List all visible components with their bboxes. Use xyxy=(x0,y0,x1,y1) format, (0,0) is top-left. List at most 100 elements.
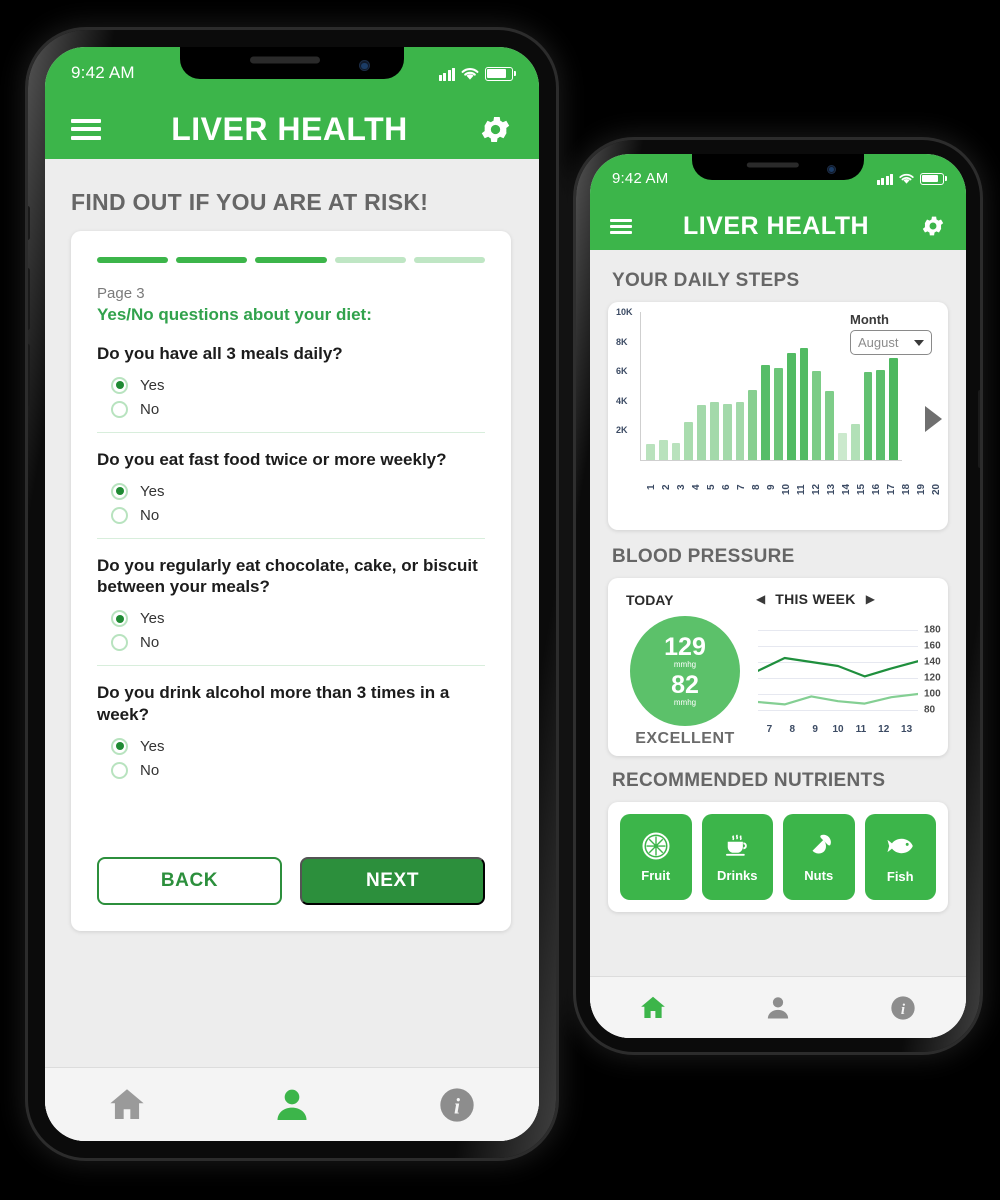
bar xyxy=(735,401,745,460)
bar xyxy=(825,391,834,460)
back-button[interactable]: BACK xyxy=(97,857,282,905)
nutrient-tile[interactable]: Nuts xyxy=(783,814,855,900)
nav-info-front[interactable]: i xyxy=(374,1085,539,1125)
radio-button[interactable] xyxy=(111,737,128,755)
nutrients-card: Fruit Drinks Nuts Fish xyxy=(608,802,948,912)
mute-switch-front[interactable] xyxy=(28,206,30,240)
chevron-down-icon xyxy=(914,339,924,346)
gear-icon-front[interactable] xyxy=(478,112,513,147)
nutrient-tile[interactable]: Fruit xyxy=(620,814,692,900)
steps-y-axis-line xyxy=(640,312,641,460)
nutrient-tile[interactable]: Fish xyxy=(864,814,936,900)
x-tick-label: 14 xyxy=(841,484,852,496)
radio-button[interactable] xyxy=(111,400,128,418)
radio-button[interactable] xyxy=(111,506,128,524)
bar xyxy=(863,371,873,460)
gear-icon-back[interactable] xyxy=(920,213,946,239)
radio-option[interactable]: No xyxy=(111,634,485,651)
nav-home-back[interactable] xyxy=(590,993,715,1023)
steps-card: Month August 2K 4K 6K 8K 10K 1 2 3 4 5 6 7 8 9 10 11 12… xyxy=(608,302,948,530)
chevron-right-icon[interactable]: ▶ xyxy=(866,592,875,606)
radio-button[interactable] xyxy=(111,610,128,627)
bar xyxy=(671,442,681,460)
form-actions: BACK NEXT xyxy=(97,857,485,905)
bar xyxy=(748,390,758,460)
x-tick-label: 9 xyxy=(812,724,818,735)
hamburger-icon-back[interactable] xyxy=(610,218,632,234)
progress-segment xyxy=(334,257,406,263)
radio-button[interactable] xyxy=(111,634,128,651)
radio-option[interactable]: No xyxy=(111,761,485,779)
battery-icon-front xyxy=(485,66,516,81)
radio-option[interactable]: Yes xyxy=(111,376,485,394)
bp-line-chart xyxy=(758,622,918,718)
signal-icon-back xyxy=(876,173,893,185)
x-tick-label: 19 xyxy=(916,484,927,496)
x-tick-label: 12 xyxy=(878,724,890,735)
app-bar-front: LIVER HEALTH xyxy=(45,99,539,159)
power-button-back[interactable] xyxy=(978,390,980,468)
radio-option[interactable]: Yes xyxy=(111,737,485,755)
bar xyxy=(850,423,860,460)
content-front: FIND OUT IF YOU ARE AT RISK! Page 3 Yes/… xyxy=(45,159,539,1141)
info-icon: i xyxy=(891,995,915,1020)
volume-up-front[interactable] xyxy=(28,268,30,330)
bp-series-systolic xyxy=(758,658,918,676)
x-tick-label: 4 xyxy=(691,484,702,490)
question-block: Do you regularly eat chocolate, cake, or… xyxy=(97,537,485,666)
nutrient-label: Nuts xyxy=(804,868,834,883)
radio-label: No xyxy=(140,761,160,779)
phone-back-screen: 9:42 AM LIVER HEALTH YOUR DAILY STEPS Mo… xyxy=(590,154,966,1038)
bar xyxy=(773,367,783,460)
earpiece-speaker-back xyxy=(746,162,799,168)
radio-option[interactable]: No xyxy=(111,506,485,524)
question-text: Do you drink alcohol more than 3 times i… xyxy=(97,683,450,724)
bp-series-svg xyxy=(758,622,918,718)
radio-label: Yes xyxy=(140,610,165,627)
bar xyxy=(837,433,847,460)
nav-info-back[interactable]: i xyxy=(841,994,966,1022)
bp-series-diastolic xyxy=(758,694,918,704)
home-icon xyxy=(110,1088,144,1119)
front-camera-front xyxy=(359,60,370,72)
hamburger-icon-front[interactable] xyxy=(71,118,101,140)
bp-section-title: BLOOD PRESSURE xyxy=(612,546,795,567)
radio-button[interactable] xyxy=(111,761,128,779)
radio-label: No xyxy=(140,506,160,524)
progress-bar xyxy=(97,257,486,263)
nav-profile-front[interactable] xyxy=(210,1085,375,1125)
y-tick-label: 180 xyxy=(924,624,941,636)
radio-button[interactable] xyxy=(111,376,128,394)
nav-home-front[interactable] xyxy=(45,1084,210,1126)
radio-option[interactable]: Yes xyxy=(111,482,485,500)
y-tick-label: 4K xyxy=(616,395,628,406)
x-tick-label: 12 xyxy=(811,484,822,496)
app-title-back: LIVER HEALTH xyxy=(682,211,870,240)
volume-down-front[interactable] xyxy=(28,344,30,406)
radio-option[interactable]: No xyxy=(111,400,485,418)
question-text: Do you have all 3 meals daily? xyxy=(97,344,343,363)
radio-button[interactable] xyxy=(111,482,128,500)
radio-dot xyxy=(115,614,124,623)
radio-option[interactable]: Yes xyxy=(111,610,485,627)
x-tick-label: 11 xyxy=(855,724,867,735)
next-arrow-icon[interactable] xyxy=(925,406,942,432)
x-tick-label: 8 xyxy=(751,484,762,490)
question-text: Do you eat fast food twice or more weekl… xyxy=(97,449,447,469)
x-tick-label: 8 xyxy=(789,724,796,735)
progress-segment xyxy=(255,257,327,263)
y-tick-label: 100 xyxy=(924,688,941,700)
bar xyxy=(761,364,770,460)
acorn-icon xyxy=(804,831,834,866)
nutrient-tile[interactable]: Drinks xyxy=(701,814,773,900)
bar xyxy=(722,403,732,460)
chevron-left-icon[interactable]: ◀ xyxy=(756,592,765,606)
x-tick-label: 13 xyxy=(901,724,913,735)
next-button[interactable]: NEXT xyxy=(300,857,485,905)
bp-y-labels: 80 100 120 140 160 180 xyxy=(920,622,946,718)
steps-bars xyxy=(644,312,900,460)
radio-label: No xyxy=(140,400,160,418)
nav-profile-back[interactable] xyxy=(715,994,840,1022)
fish-icon xyxy=(884,830,916,867)
y-tick-label: 160 xyxy=(924,640,941,652)
